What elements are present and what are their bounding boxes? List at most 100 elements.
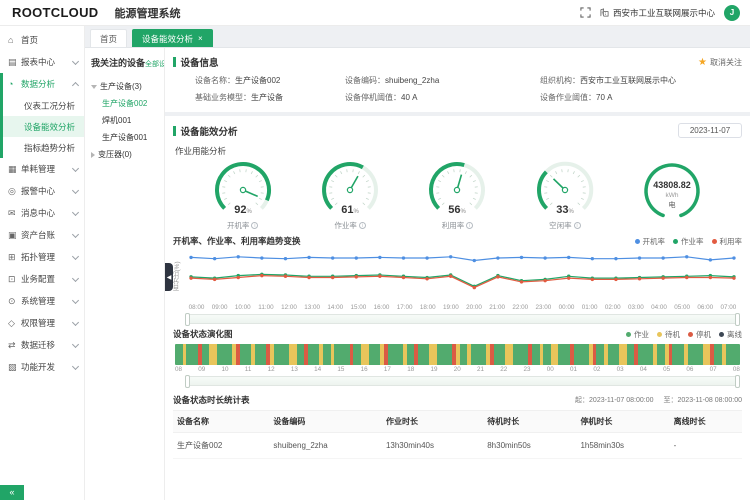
table-row[interactable]: 生产设备002shuibeng_2zha13h30min40s8h30min50… — [173, 433, 742, 459]
x-tick: 07 — [710, 366, 717, 373]
sidebar-item-消息中心[interactable]: ✉消息中心 — [0, 202, 84, 224]
tree-device-生产设备002[interactable]: 生产设备002 — [91, 95, 160, 112]
info-field-value: 西安市工业互联网展示中心 — [580, 76, 676, 85]
legend-item-离线[interactable]: 离线 — [719, 329, 742, 340]
x-tick: 09 — [198, 366, 205, 373]
legend-dot — [635, 239, 640, 244]
svg-text:电: 电 — [669, 200, 676, 209]
table-cell: - — [670, 433, 742, 459]
device-info-title: 设备信息 — [181, 55, 219, 69]
organization-switcher[interactable]: 西安市工业互联网展示中心 — [600, 7, 715, 19]
col-header-设备编码: 设备编码 — [269, 411, 382, 433]
info-field-label: 设备编码： — [345, 76, 385, 85]
x-tick: 05:00 — [671, 304, 694, 311]
sidebar-item-label: 数据分析 — [21, 78, 73, 90]
date-picker[interactable]: 2023-11-07 — [678, 123, 742, 138]
sidebar-item-报表中心[interactable]: ▤报表中心 — [0, 51, 84, 73]
info-field-label: 组织机构： — [540, 76, 580, 85]
tree-device-生产设备001[interactable]: 生产设备001 — [91, 129, 160, 146]
x-tick: 02:00 — [601, 304, 624, 311]
sidebar-subitem-设备能效分析[interactable]: 设备能效分析 — [3, 116, 84, 137]
subsection-title: 作业用能分析 — [165, 142, 750, 157]
legend-item-利用率[interactable]: 利用率 — [712, 236, 743, 247]
status-strip-chart[interactable] — [175, 344, 740, 365]
status-zoom-slider[interactable] — [185, 376, 740, 386]
sidebar-item-数据分析[interactable]: ◔数据分析 — [3, 73, 84, 95]
primary-sidebar: ⌂首页▤报表中心◔数据分析仪表工况分析设备能效分析指标趋势分析▦单耗管理◎报警中… — [0, 26, 85, 500]
zoom-handle-right[interactable] — [735, 313, 740, 326]
tab-设备能效分析[interactable]: 设备能效分析× — [132, 29, 213, 47]
zoom-handle-left[interactable] — [185, 313, 190, 326]
info-icon[interactable]: i — [251, 222, 258, 229]
tab-bar: 首页设备能效分析× — [85, 26, 750, 48]
x-tick: 12:00 — [278, 304, 301, 311]
tree-parent-变压器(0)[interactable]: 变压器(0) — [91, 146, 160, 163]
user-avatar[interactable]: J — [724, 5, 740, 21]
svg-text:43808.82: 43808.82 — [653, 180, 691, 190]
trend-line-chart[interactable] — [183, 249, 742, 303]
legend-item-待机[interactable]: 待机 — [657, 329, 680, 340]
feature-dev-icon: ▧ — [8, 362, 21, 373]
table-cell: 8h30min50s — [483, 433, 576, 459]
brand-logo: ROOTCLOUD — [12, 5, 98, 20]
legend-dot — [688, 332, 693, 337]
duration-table-title: 设备状态时长统计表 — [173, 394, 250, 406]
sidebar-group: ◔数据分析仪表工况分析设备能效分析指标趋势分析 — [0, 73, 84, 158]
svg-text:56%: 56% — [449, 204, 467, 216]
fullscreen-icon[interactable] — [580, 7, 591, 18]
sidebar-item-业务配置[interactable]: ⊡业务配置 — [0, 268, 84, 290]
x-tick: 03:00 — [624, 304, 647, 311]
main-content: 设备信息 ★ 取消关注 设备名称：生产设备002基础业务模型：生产设备设备编码：… — [165, 48, 750, 500]
sidebar-item-功能开发[interactable]: ▧功能开发 — [0, 356, 84, 378]
sidebar-item-首页[interactable]: ⌂首页 — [0, 29, 84, 51]
tree-parent-生产设备(3)[interactable]: 生产设备(3) — [91, 78, 160, 95]
x-tick: 15 — [337, 366, 344, 373]
gauge-dial: 61% — [308, 159, 392, 223]
chevron-down-icon — [72, 362, 79, 369]
x-tick: 14:00 — [324, 304, 347, 311]
sidebar-item-label: 权限管理 — [21, 317, 73, 329]
info-icon[interactable]: i — [359, 222, 366, 229]
legend-item-作业率[interactable]: 作业率 — [673, 236, 704, 247]
sidebar-item-label: 首页 — [21, 34, 78, 46]
sidebar-item-资产台账[interactable]: ▣资产台账 — [0, 224, 84, 246]
x-tick: 08:00 — [185, 304, 208, 311]
info-column: 组织机构：西安市工业互联网展示中心设备作业阈值：70 A — [540, 75, 742, 103]
info-column: 设备编码：shuibeng_2zha设备停机阈值：40 A — [345, 75, 540, 103]
legend-item-作业[interactable]: 作业 — [626, 329, 649, 340]
sidebar-item-数据迁移[interactable]: ⇄数据迁移 — [0, 334, 84, 356]
sidebar-collapse-button[interactable]: « — [0, 485, 24, 500]
trend-zoom-slider[interactable] — [185, 314, 740, 324]
zoom-handle-right[interactable] — [735, 375, 740, 388]
star-icon: ★ — [698, 57, 707, 68]
business-config-icon: ⊡ — [8, 274, 21, 285]
x-tick: 08 — [733, 366, 740, 373]
sidebar-item-单耗管理[interactable]: ▦单耗管理 — [0, 158, 84, 180]
zoom-handle-left[interactable] — [185, 375, 190, 388]
sidebar-item-权限管理[interactable]: ◇权限管理 — [0, 312, 84, 334]
legend-label: 作业 — [634, 329, 649, 340]
tab-close-icon[interactable]: × — [198, 34, 203, 43]
gauge-利用率: 56%利用率i — [407, 159, 507, 231]
sidebar-group: ⌂首页 — [0, 29, 84, 51]
tree-device-焊机001[interactable]: 焊机001 — [91, 112, 160, 129]
legend-item-停机[interactable]: 停机 — [688, 329, 711, 340]
sidebar-item-报警中心[interactable]: ◎报警中心 — [0, 180, 84, 202]
info-icon[interactable]: i — [466, 222, 473, 229]
all-devices-link[interactable]: 全部设备 — [145, 59, 165, 69]
sidebar-item-系统管理[interactable]: ⊙系统管理 — [0, 290, 84, 312]
x-tick: 06 — [686, 366, 693, 373]
panel-collapse-handle[interactable]: ◀ — [165, 263, 173, 291]
unfollow-button[interactable]: ★ 取消关注 — [698, 57, 742, 68]
info-field-label: 设备作业阈值： — [540, 93, 596, 102]
sidebar-group: ◇权限管理 — [0, 312, 84, 334]
info-icon[interactable]: i — [574, 222, 581, 229]
legend-item-开机率[interactable]: 开机率 — [635, 236, 666, 247]
x-tick: 03 — [617, 366, 624, 373]
tab-首页[interactable]: 首页 — [90, 29, 127, 47]
info-field-组织机构: 组织机构：西安市工业互联网展示中心 — [540, 75, 742, 86]
trend-chart-section: 开机率、作业率、利用率趋势变换 开机率作业率利用率 百分比(%) 08:0009… — [165, 231, 750, 324]
sidebar-subitem-指标趋势分析[interactable]: 指标趋势分析 — [3, 137, 84, 158]
sidebar-item-拓扑管理[interactable]: ⊞拓扑管理 — [0, 246, 84, 268]
sidebar-subitem-仪表工况分析[interactable]: 仪表工况分析 — [3, 95, 84, 116]
